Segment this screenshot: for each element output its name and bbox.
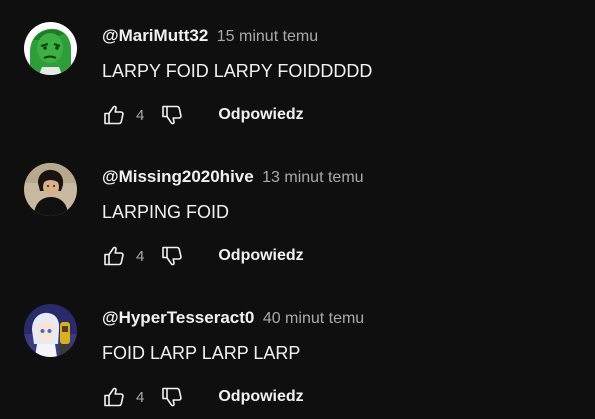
dislike-button[interactable] [158,242,186,270]
comment-actions: 4 Odpowiedz [100,101,304,129]
comment: @Missing2020hive 13 minut temu LARPING F… [0,141,595,282]
like-count: 4 [136,106,145,124]
comment-header: @HyperTesseract0 40 minut temu [102,306,364,330]
like-button[interactable] [100,101,128,129]
anime-character-avatar-icon [24,304,77,357]
thumbs-down-icon [162,246,183,266]
author-name[interactable]: @HyperTesseract0 [102,308,254,327]
comment-actions: 4 Odpowiedz [100,242,304,270]
comment: @HyperTesseract0 40 minut temu FOID LARP… [0,282,595,419]
comment-timestamp[interactable]: 15 minut temu [217,28,318,45]
like-count: 4 [136,388,145,406]
person-photo-avatar-icon [24,163,77,216]
thumbs-down-icon [162,105,183,125]
author-name[interactable]: @Missing2020hive [102,167,254,186]
reply-button[interactable]: Odpowiedz [218,388,303,406]
like-button[interactable] [100,383,128,411]
comment-header: @Missing2020hive 13 minut temu [102,165,364,189]
reply-button[interactable]: Odpowiedz [218,247,303,265]
author-name[interactable]: @MariMutt32 [102,26,208,45]
avatar[interactable] [24,22,77,75]
reply-button[interactable]: Odpowiedz [218,106,303,124]
avatar[interactable] [24,304,77,357]
dislike-button[interactable] [158,101,186,129]
comment: @MariMutt32 15 minut temu LARPY FOID LAR… [0,0,595,141]
thumbs-up-icon [104,246,124,266]
comment-timestamp[interactable]: 40 minut temu [263,310,364,327]
like-button[interactable] [100,242,128,270]
thumbs-up-icon [104,105,124,125]
thumbs-up-icon [104,387,124,407]
comment-text: LARPING FOID [102,202,230,222]
like-count: 4 [136,247,145,265]
comment-text: FOID LARP LARP LARP [102,343,301,363]
comment-text: LARPY FOID LARPY FOIDDDDD [102,61,373,81]
thumbs-down-icon [162,387,183,407]
dislike-button[interactable] [158,383,186,411]
comment-actions: 4 Odpowiedz [100,383,304,411]
avatar[interactable] [24,163,77,216]
green-wojak-avatar-icon [24,22,77,75]
comment-header: @MariMutt32 15 minut temu [102,24,318,48]
comment-list: @MariMutt32 15 minut temu LARPY FOID LAR… [0,0,595,419]
comment-timestamp[interactable]: 13 minut temu [262,169,363,186]
